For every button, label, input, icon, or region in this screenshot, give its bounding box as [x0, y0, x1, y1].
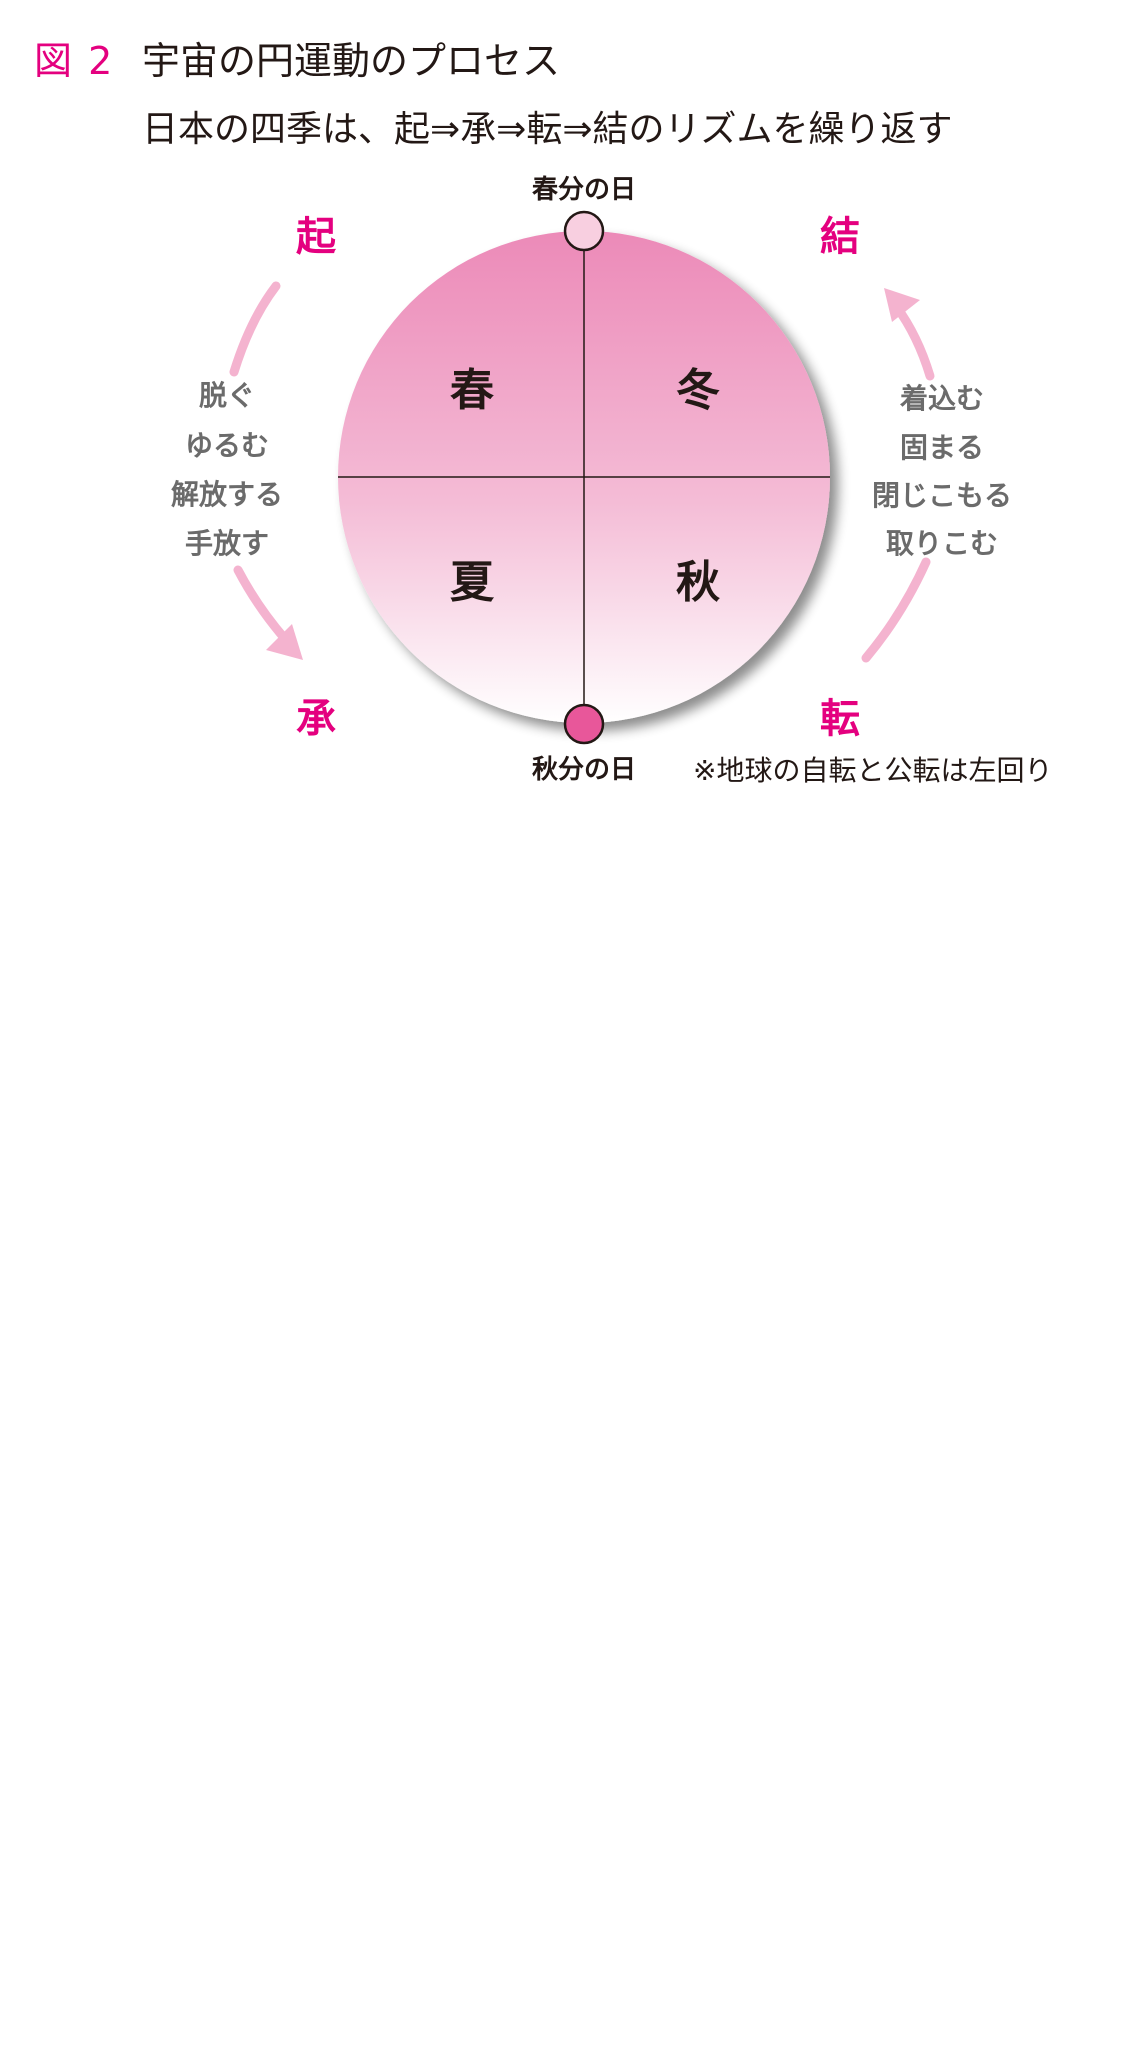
stage-ten: 転 [820, 696, 860, 742]
left-action-2: ゆるむ [185, 429, 269, 462]
autumn-equinox-marker [563, 703, 605, 745]
autumn-equinox-label: 秋分の日 [532, 755, 636, 785]
season-spring: 春 [450, 365, 494, 416]
season-winter: 冬 [676, 365, 720, 416]
right-action-1: 着込む [899, 382, 984, 415]
right-arrow-upper-stroke [891, 301, 935, 381]
left-action-1: 脱ぐ [199, 379, 255, 412]
spring-equinox-label: 春分の日 [532, 175, 636, 205]
right-action-4: 取りこむ [886, 527, 998, 560]
left-action-3: 解放する [171, 478, 283, 511]
stage-ketsu: 結 [820, 214, 860, 260]
stage-ki: 起 [296, 214, 337, 260]
right-action-2: 固まる [900, 431, 984, 464]
season-summer: 夏 [450, 557, 495, 608]
stage-sho: 承 [296, 696, 336, 742]
season-cycle-diagram: 春 冬 夏 秋 春分の日 秋分の日 起 結 承 転 脱ぐ ゆるむ 解放する 手放… [171, 175, 1052, 787]
right-arrow-lower-stroke [861, 557, 931, 663]
left-action-4: 手放す [185, 527, 269, 560]
season-autumn: 秋 [676, 557, 720, 608]
spring-equinox-marker [563, 210, 605, 252]
left-arrow-lower-stroke [233, 565, 291, 645]
right-action-3: 閉じこもる [872, 479, 1012, 512]
left-arrow-upper-stroke [229, 281, 281, 377]
rotation-note: ※地球の自転と公転は左回り [693, 754, 1052, 787]
